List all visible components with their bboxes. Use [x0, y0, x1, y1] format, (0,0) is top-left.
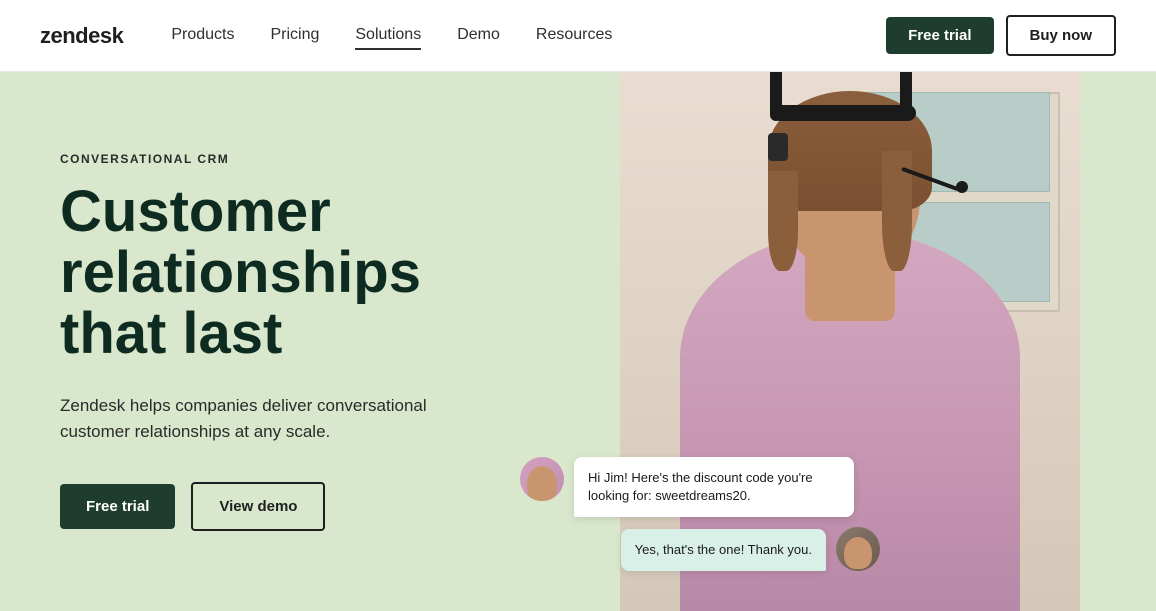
header-free-trial-button[interactable]: Free trial	[886, 17, 993, 54]
hero-section: CONVERSATIONAL CRM Customer relationship…	[0, 72, 1156, 611]
nav-solutions[interactable]: Solutions	[355, 26, 421, 46]
hero-content: CONVERSATIONAL CRM Customer relationship…	[0, 72, 560, 611]
hero-free-trial-button[interactable]: Free trial	[60, 484, 175, 529]
hero-view-demo-button[interactable]: View demo	[191, 482, 325, 531]
nav-demo[interactable]: Demo	[457, 26, 500, 46]
header: zendesk Products Pricing Solutions Demo …	[0, 0, 1156, 72]
header-buy-now-button[interactable]: Buy now	[1006, 15, 1117, 56]
customer-avatar	[836, 527, 880, 571]
hero-image-area: Hi Jim! Here's the discount code you're …	[560, 72, 1080, 611]
nav-resources[interactable]: Resources	[536, 26, 612, 46]
nav-products[interactable]: Products	[171, 26, 234, 46]
agent-chat-bubble: Hi Jim! Here's the discount code you're …	[520, 457, 880, 517]
nav-pricing[interactable]: Pricing	[270, 26, 319, 46]
logo[interactable]: zendesk	[40, 23, 123, 49]
header-actions: Free trial Buy now	[886, 15, 1116, 56]
navigation: Products Pricing Solutions Demo Resource…	[171, 26, 886, 46]
hero-title: Customer relationships that last	[60, 182, 560, 365]
hero-buttons: Free trial View demo	[60, 482, 560, 531]
hero-eyebrow: CONVERSATIONAL CRM	[60, 152, 560, 166]
hero-subtitle: Zendesk helps companies deliver conversa…	[60, 393, 440, 446]
customer-message: Yes, that's the one! Thank you.	[621, 529, 826, 571]
customer-chat-bubble: Yes, that's the one! Thank you.	[520, 527, 880, 571]
agent-message: Hi Jim! Here's the discount code you're …	[574, 457, 854, 517]
chat-container: Hi Jim! Here's the discount code you're …	[520, 457, 880, 571]
agent-avatar	[520, 457, 564, 501]
